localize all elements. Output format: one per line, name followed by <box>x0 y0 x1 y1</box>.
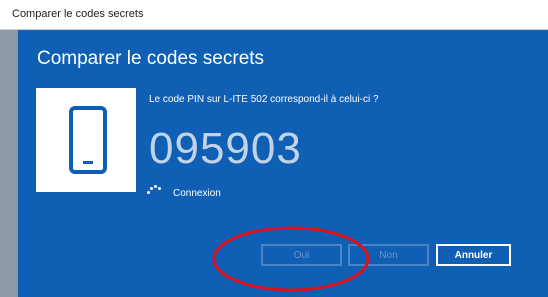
title-bar: Comparer le codes secrets <box>0 0 548 30</box>
loading-spinner-icon <box>145 185 165 195</box>
pin-code: 095903 <box>149 124 302 173</box>
cancel-button[interactable]: Annuler <box>436 244 511 266</box>
dialog-heading: Comparer le codes secrets <box>37 48 265 69</box>
pin-prompt: Le code PIN sur L-ITE 502 correspond-il … <box>149 94 379 105</box>
yes-button[interactable]: Oui <box>261 244 342 266</box>
smartphone-icon <box>69 106 107 174</box>
window-title: Comparer le codes secrets <box>12 8 144 20</box>
pin-compare-dialog: Comparer le codes secrets Le code PIN su… <box>18 30 548 297</box>
no-button[interactable]: Non <box>348 244 429 266</box>
pairing-window: Comparer le codes secrets Comparer le co… <box>0 0 548 297</box>
connection-status: Connexion <box>173 188 221 199</box>
